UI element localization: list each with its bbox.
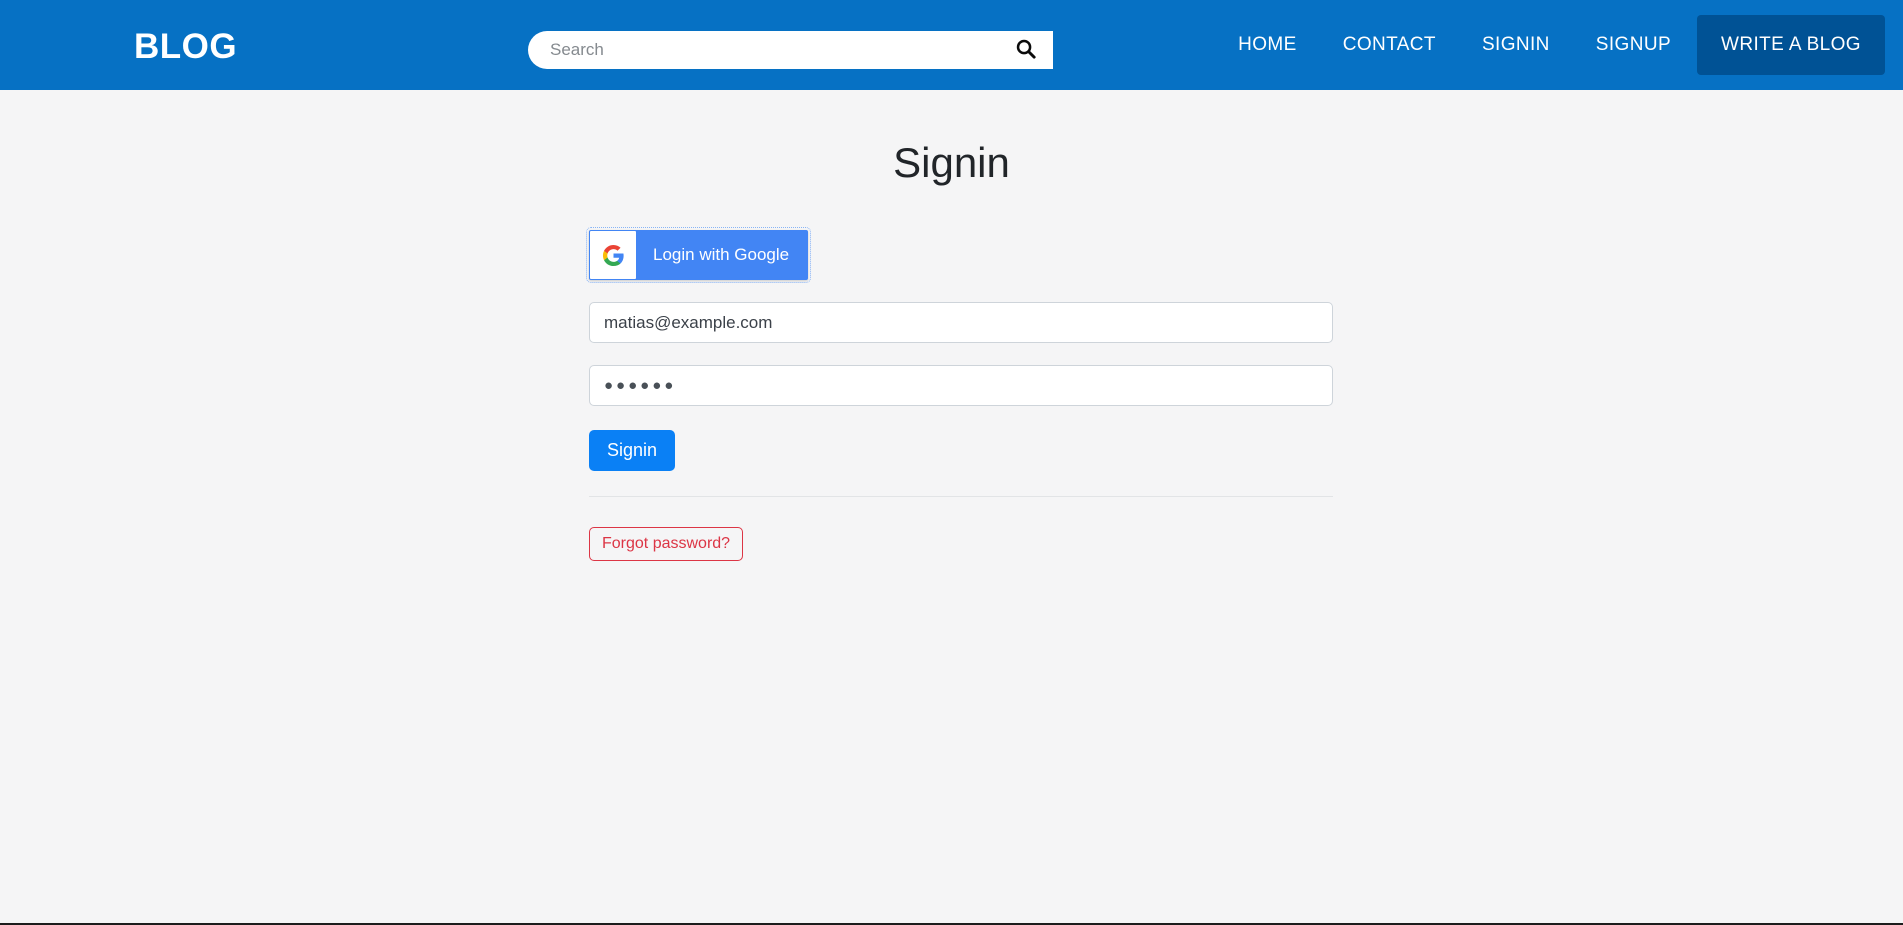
- brand-logo[interactable]: BLOG: [134, 28, 237, 66]
- primary-navigation: HOME CONTACT SIGNIN SIGNUP WRITE A BLOG: [1215, 0, 1903, 90]
- main-content: Signin Login with Google Signin Forgot p…: [0, 90, 1903, 924]
- signin-form: Login with Google Signin Forgot password…: [585, 227, 1333, 561]
- email-field[interactable]: [589, 302, 1333, 343]
- login-with-google-label: Login with Google: [653, 245, 790, 264]
- form-divider: [589, 496, 1333, 497]
- forgot-password-button[interactable]: Forgot password?: [589, 527, 744, 561]
- nav-item-signin[interactable]: SIGNIN: [1459, 0, 1573, 90]
- nav-item-contact[interactable]: CONTACT: [1320, 0, 1459, 90]
- page-title: Signin: [893, 139, 1010, 186]
- search-bar: [528, 31, 1053, 69]
- search-input[interactable]: [528, 32, 997, 68]
- nav-item-home[interactable]: HOME: [1215, 0, 1320, 90]
- search-icon: [1014, 37, 1037, 63]
- login-with-google-button[interactable]: Login with Google: [585, 227, 812, 283]
- search-button[interactable]: [997, 31, 1053, 69]
- nav-item-signup[interactable]: SIGNUP: [1573, 0, 1694, 90]
- nav-item-write-a-blog[interactable]: WRITE A BLOG: [1697, 15, 1885, 75]
- password-field[interactable]: [589, 365, 1333, 406]
- signin-submit-button[interactable]: Signin: [589, 430, 676, 471]
- site-header: BLOG HOME CONTACT SIGNIN SIGNUP WRITE A …: [0, 0, 1903, 90]
- google-g-icon: [590, 231, 636, 279]
